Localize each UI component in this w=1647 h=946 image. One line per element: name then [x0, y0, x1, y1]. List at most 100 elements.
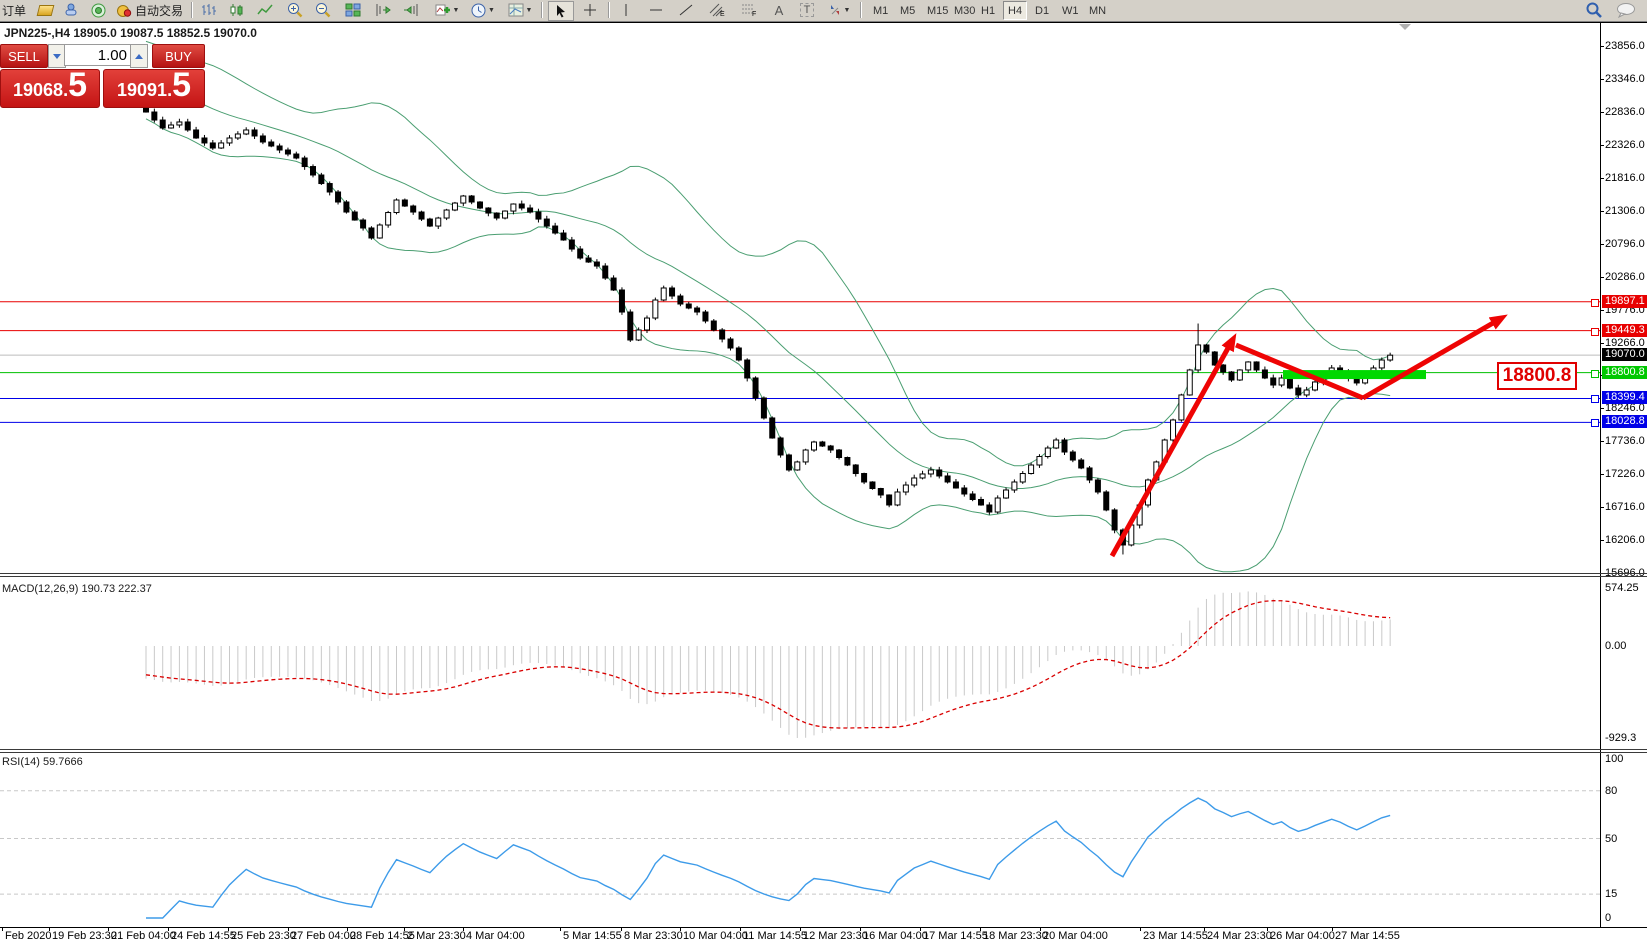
- support-price-tag[interactable]: 18800.8: [1497, 362, 1577, 390]
- text-t-icon: T: [800, 3, 815, 17]
- line-icon: [257, 3, 273, 17]
- horizontal-line-tool[interactable]: [644, 1, 668, 19]
- ask-price-display[interactable]: 19091.5: [103, 69, 205, 108]
- timeframe-d1[interactable]: D1: [1030, 1, 1054, 20]
- sell-label: SELL: [8, 49, 40, 64]
- history-center-icon[interactable]: [36, 1, 54, 19]
- ask-price-main: 19091: [117, 80, 167, 101]
- price-line-label-19070.0: 19070.0: [1602, 348, 1647, 361]
- text-tool[interactable]: A: [768, 1, 790, 19]
- buy-button[interactable]: BUY: [152, 44, 205, 68]
- auto-scroll-button[interactable]: [372, 1, 394, 19]
- zoom-in-button[interactable]: [284, 1, 306, 19]
- price-line-label-18399.4: 18399.4: [1602, 391, 1647, 404]
- order-label: 订单: [2, 2, 26, 19]
- autotrade-icon: [116, 3, 132, 17]
- vertical-line-icon: [621, 3, 631, 17]
- fibonacci-icon: F: [741, 3, 757, 17]
- timeframe-mn[interactable]: MN: [1084, 1, 1111, 20]
- chart-plot: [0, 0, 1647, 946]
- channel-tool[interactable]: E: [704, 1, 730, 19]
- chevron-up-icon: [135, 54, 143, 59]
- pane-separator[interactable]: [0, 576, 1647, 577]
- volume-increase-button[interactable]: [130, 44, 148, 68]
- chevron-down-icon: ▼: [526, 7, 533, 14]
- main-pane: [0, 41, 1600, 571]
- chat-bubble-icon: [1616, 3, 1636, 18]
- autotrade-button[interactable]: 自动交易: [116, 1, 183, 19]
- line-anchor[interactable]: [1591, 395, 1599, 403]
- chevron-down-icon: [53, 54, 61, 59]
- signal-rings-icon: [91, 3, 106, 18]
- bars-icon: [201, 3, 217, 17]
- zoom-out-button[interactable]: [312, 1, 334, 19]
- bid-price-pips: 5: [68, 70, 87, 100]
- line-chart-mode-icon[interactable]: [254, 1, 276, 19]
- price-line-label-19897.1: 19897.1: [1602, 295, 1647, 308]
- cursor-tool[interactable]: [548, 1, 574, 21]
- buy-label: BUY: [165, 49, 192, 64]
- timeframe-w1[interactable]: W1: [1057, 1, 1084, 20]
- crosshair-icon: [583, 3, 597, 17]
- pane-separator[interactable]: [0, 752, 1647, 753]
- pane-separator[interactable]: [0, 749, 1647, 750]
- trend-arrow-1[interactable]: [1112, 341, 1232, 556]
- arrows-tool[interactable]: ▼: [824, 1, 854, 19]
- rsi-line: [146, 798, 1390, 918]
- text-a-icon: A: [775, 3, 784, 18]
- volume-input[interactable]: [64, 44, 132, 66]
- signals-icon[interactable]: [89, 1, 107, 19]
- clock-icon: [471, 3, 486, 18]
- chat-button[interactable]: [1613, 1, 1639, 19]
- chevron-down-icon: ▼: [488, 7, 495, 14]
- price-line-label-18028.8: 18028.8: [1602, 415, 1647, 428]
- time-axis-border: [0, 927, 1647, 928]
- ask-price-pips: 5: [172, 70, 191, 100]
- line-anchor[interactable]: [1591, 419, 1599, 427]
- template-icon: [508, 3, 524, 17]
- macd-pane: [146, 591, 1390, 738]
- chart-shift-icon: [403, 3, 419, 17]
- profile-icon[interactable]: [62, 1, 80, 19]
- chart-shift-button[interactable]: [400, 1, 422, 19]
- periods-button[interactable]: ▼: [468, 1, 498, 19]
- templates-button[interactable]: ▼: [505, 1, 535, 19]
- line-anchor[interactable]: [1591, 328, 1599, 336]
- toolbar: 订单 自动交易: [0, 0, 1647, 22]
- rsi-pane: [0, 791, 1600, 918]
- candlestick-mode-icon[interactable]: [226, 1, 248, 19]
- svg-text:F: F: [752, 11, 756, 17]
- auto-scroll-icon: [375, 3, 391, 17]
- new-order-button[interactable]: 订单: [2, 1, 26, 19]
- tile-windows-button[interactable]: [342, 1, 364, 19]
- horizontal-line-icon: [649, 5, 663, 15]
- trendline-tool[interactable]: [674, 1, 698, 19]
- chart-title: JPN225-,H4 18905.0 19087.5 18852.5 19070…: [4, 26, 257, 40]
- trendline-icon: [679, 3, 693, 17]
- equidistant-channel-icon: E: [709, 3, 725, 17]
- user-cloud-icon: [63, 3, 79, 17]
- mt4-window: 订单 自动交易: [0, 0, 1647, 946]
- timeframe-m5[interactable]: M5: [895, 1, 920, 20]
- bid-price-display[interactable]: 19068.5: [0, 69, 100, 108]
- price-line-label-19449.3: 19449.3: [1602, 324, 1647, 337]
- timeframe-h4[interactable]: H4: [1003, 1, 1027, 20]
- text-label-tool[interactable]: T: [796, 1, 818, 19]
- gold-block-icon: [36, 5, 54, 16]
- pane-separator[interactable]: [0, 573, 1647, 574]
- crosshair-tool[interactable]: [578, 1, 602, 19]
- vertical-line-tool[interactable]: [614, 1, 638, 19]
- line-anchor[interactable]: [1591, 370, 1599, 378]
- candles-icon: [229, 3, 245, 18]
- sell-button[interactable]: SELL: [0, 44, 48, 68]
- macd-label: MACD(12,26,9) 190.73 222.37: [2, 583, 152, 595]
- fibonacci-tool[interactable]: F: [736, 1, 762, 19]
- timeframe-h1[interactable]: H1: [976, 1, 1000, 20]
- chevron-down-icon: ▼: [844, 7, 851, 14]
- search-button[interactable]: [1583, 1, 1605, 19]
- indicators-button[interactable]: ▼: [432, 1, 462, 19]
- line-anchor[interactable]: [1591, 299, 1599, 307]
- bar-chart-mode-icon[interactable]: [198, 1, 220, 19]
- add-indicator-icon: [435, 3, 451, 17]
- timeframe-m1[interactable]: M1: [868, 1, 893, 20]
